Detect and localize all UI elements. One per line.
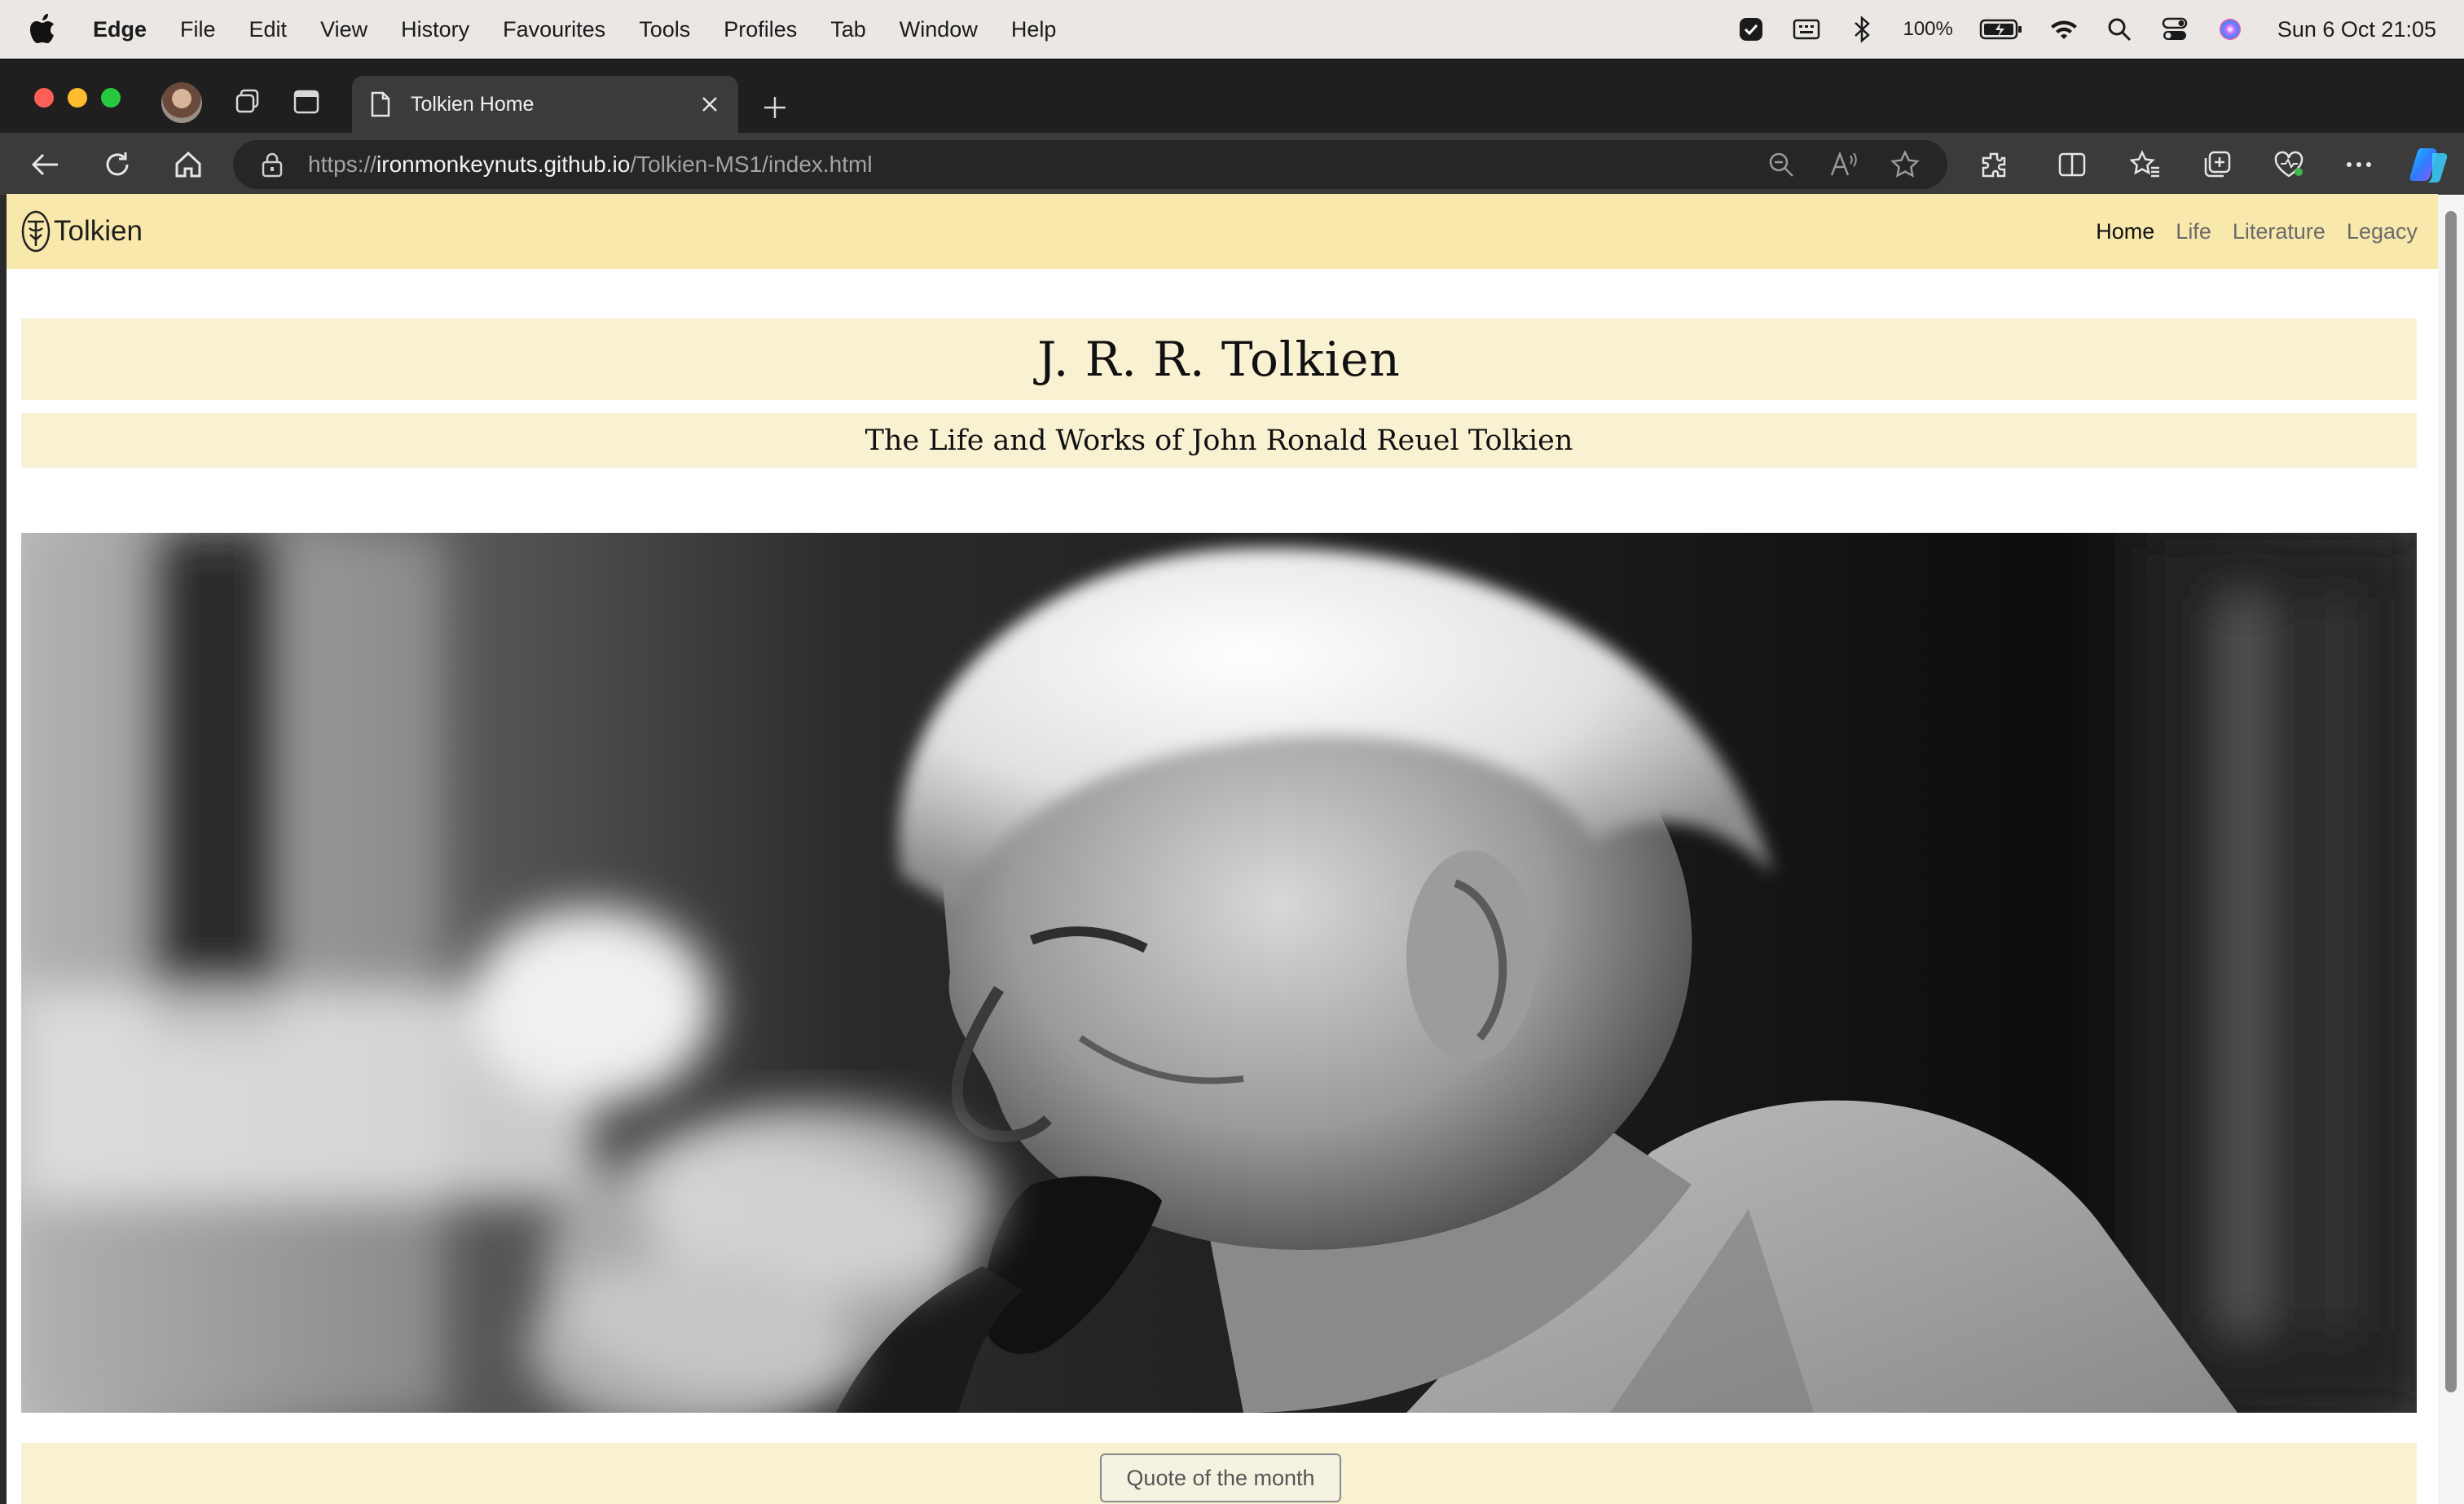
siri-icon[interactable] xyxy=(2215,15,2245,44)
browser-essentials-icon[interactable] xyxy=(2270,146,2308,183)
control-center-icon[interactable] xyxy=(2160,15,2189,44)
window-controls xyxy=(34,88,121,108)
copilot-icon[interactable] xyxy=(2407,146,2453,183)
close-window-button[interactable] xyxy=(34,88,54,108)
read-aloud-icon[interactable] xyxy=(1827,148,1859,181)
tab-strip: Tolkien Home xyxy=(0,59,2464,133)
address-bar[interactable]: https://ironmonkeynuts.github.io/Tolkien… xyxy=(233,140,1947,189)
home-button[interactable] xyxy=(169,146,207,183)
nav-home[interactable]: Home xyxy=(2096,219,2154,244)
title-band: J. R. R. Tolkien xyxy=(21,319,2417,400)
more-options-icon[interactable] xyxy=(2340,146,2378,183)
battery-icon[interactable] xyxy=(1979,15,2023,44)
menu-tab[interactable]: Tab xyxy=(830,17,866,42)
hero-portrait-image xyxy=(21,533,2417,1413)
back-button[interactable] xyxy=(26,146,64,183)
workspaces-icon[interactable] xyxy=(230,84,266,120)
split-screen-icon[interactable] xyxy=(2053,146,2091,183)
spotlight-search-icon[interactable] xyxy=(2105,15,2134,44)
page-scrollbar[interactable] xyxy=(2438,195,2464,1504)
maximize-window-button[interactable] xyxy=(101,88,121,108)
menu-tools[interactable]: Tools xyxy=(639,17,690,42)
favourites-icon[interactable] xyxy=(2127,146,2164,183)
tab-tolkien-home[interactable]: Tolkien Home xyxy=(352,76,738,133)
nav-life[interactable]: Life xyxy=(2176,219,2211,244)
menu-history[interactable]: History xyxy=(401,17,469,42)
tolkien-monogram-icon xyxy=(21,210,52,253)
page-icon xyxy=(370,91,393,117)
minimize-window-button[interactable] xyxy=(68,88,87,108)
tab-actions-icon[interactable] xyxy=(288,84,324,120)
url-scheme: https:// xyxy=(308,152,377,177)
battery-percent: 100% xyxy=(1903,18,1953,40)
menu-window[interactable]: Window xyxy=(900,17,978,42)
site-navbar: Tolkien Home Life Literature Legacy xyxy=(7,194,2438,269)
page-title: J. R. R. Tolkien xyxy=(1037,332,1401,387)
browser-toolbar: https://ironmonkeynuts.github.io/Tolkien… xyxy=(0,133,2464,195)
new-tab-button[interactable] xyxy=(758,90,792,125)
profile-avatar[interactable] xyxy=(161,82,202,123)
menu-help[interactable]: Help xyxy=(1011,17,1057,42)
clock[interactable]: Sun 6 Oct 21:05 xyxy=(2277,17,2436,42)
tab-title: Tolkien Home xyxy=(411,92,535,116)
subtitle-band: The Life and Works of John Ronald Reuel … xyxy=(21,413,2417,468)
keyboard-input-icon[interactable] xyxy=(1792,15,1821,44)
wifi-icon[interactable] xyxy=(2049,15,2079,44)
address-bar-actions xyxy=(1765,148,1921,181)
url-path: /Tolkien-MS1/index.html xyxy=(630,152,873,177)
macos-menu-bar: Edge File Edit View History Favourites T… xyxy=(0,0,2464,59)
page-subtitle: The Life and Works of John Ronald Reuel … xyxy=(865,424,1573,457)
shield-check-icon[interactable] xyxy=(1736,15,1766,44)
menu-profiles[interactable]: Profiles xyxy=(724,17,797,42)
status-area: 100% Sun 6 Oct 21:05 xyxy=(1736,0,2436,59)
nav-legacy[interactable]: Legacy xyxy=(2347,219,2418,244)
bluetooth-icon[interactable] xyxy=(1847,15,1877,44)
zoom-out-icon[interactable] xyxy=(1765,148,1797,181)
menu-file[interactable]: File xyxy=(180,17,216,42)
url-host: ironmonkeynuts.github.io xyxy=(376,152,631,177)
menu-favourites[interactable]: Favourites xyxy=(503,17,605,42)
apple-logo-icon[interactable] xyxy=(29,13,59,46)
favourite-star-icon[interactable] xyxy=(1889,148,1921,181)
extensions-icon[interactable] xyxy=(1975,146,2013,183)
scrollbar-thumb[interactable] xyxy=(2445,211,2457,1392)
menu-edit[interactable]: Edit xyxy=(249,17,288,42)
quote-of-the-month-button[interactable]: Quote of the month xyxy=(1100,1453,1341,1502)
brand-name: Tolkien xyxy=(54,215,143,247)
menu-app-name[interactable]: Edge xyxy=(93,17,147,42)
nav-literature[interactable]: Literature xyxy=(2233,219,2325,244)
reload-button[interactable] xyxy=(99,146,136,183)
menu-view[interactable]: View xyxy=(320,17,367,42)
brand-link[interactable]: Tolkien xyxy=(21,210,143,253)
close-tab-icon[interactable] xyxy=(696,90,724,118)
lock-icon[interactable] xyxy=(261,152,285,178)
nav-links: Home Life Literature Legacy xyxy=(2085,194,2428,269)
collections-icon[interactable] xyxy=(2198,146,2236,183)
